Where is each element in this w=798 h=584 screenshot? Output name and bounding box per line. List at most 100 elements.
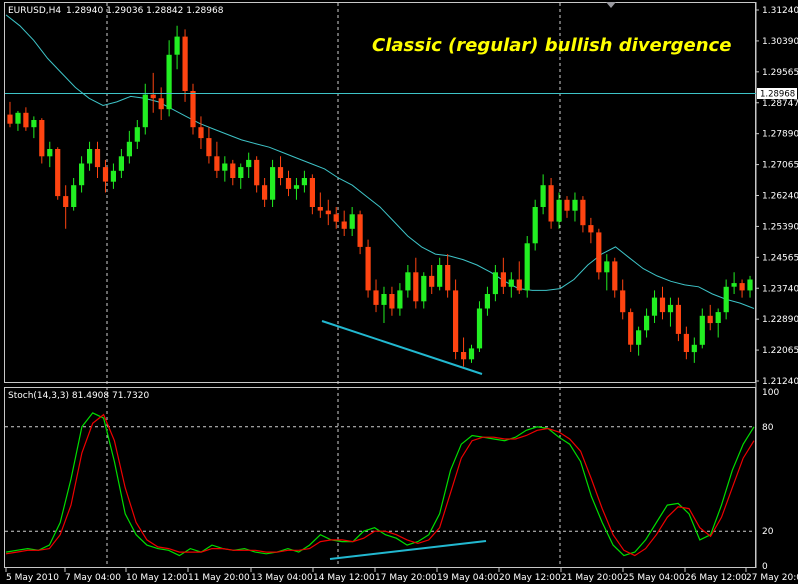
price-tick-label: 1.28747 [762,99,798,109]
candle-body [198,127,204,139]
ohlc-values: 1.28940 1.29036 1.28842 1.28968 [66,6,224,16]
annotation-title: Classic (regular) bullish divergence [372,35,731,56]
candle-body [110,170,116,182]
candle-body [158,98,164,110]
candle-body [134,127,140,142]
candle-body [548,185,554,222]
time-tick-label: 25 May 04:00 [623,573,685,583]
candle-body [445,265,451,291]
candle-body [644,315,650,331]
candle-body [604,261,610,273]
candle-body [588,225,594,233]
candle-body [731,283,737,287]
candle-body [309,178,315,207]
grid-lines [5,3,755,567]
price-tick-label: 1.22065 [762,346,798,356]
candle-body [262,185,268,200]
price-tick-label: 1.21240 [762,377,798,387]
candle-body [285,178,292,189]
candle-body [333,214,339,222]
candle-body [230,163,236,178]
stoch-tick-label: 80 [762,423,774,433]
time-tick-label: 17 May 20:00 [375,573,437,583]
price-chart[interactable]: EURUSD,H4 1.28940 1.29036 1.28842 1.2896… [0,0,798,584]
price-tick-label: 1.27890 [762,130,798,140]
symbol-timeframe: EURUSD,H4 [8,6,61,16]
candle-body [468,348,475,360]
candle-body [325,210,331,215]
candlesticks [7,25,753,367]
candle-body [174,36,180,55]
stochastic-lines [5,412,755,557]
candle-body [461,352,467,360]
candle-body [15,112,21,124]
candle-body [405,272,411,291]
candle-body [675,304,681,334]
candle-body [524,243,530,291]
candle-body [620,290,626,313]
candle-body [47,149,53,157]
stoch-tick-label: 0 [762,562,768,572]
candle-body [651,297,658,316]
candle-body [79,163,85,186]
candle-body [222,163,228,171]
time-tick-label: 7 May 04:00 [65,573,121,583]
moving-average [5,14,755,309]
candle-body [150,94,156,99]
time-tick-label: 10 May 12:00 [126,573,188,583]
candle-body [277,167,284,178]
candle-body [142,94,148,128]
candle-body [182,36,188,91]
candle-body [270,167,276,200]
candle-body [293,185,300,189]
candle-body [659,297,666,313]
price-tick-label: 1.24565 [762,253,798,263]
price-tick-label: 1.22890 [762,315,798,325]
candle-body [87,149,93,164]
candle-body [476,308,483,349]
candle-body [532,207,538,244]
ma-line [5,14,755,309]
candle-body [429,275,435,287]
candle-body [683,333,689,352]
candle-body [691,344,697,353]
candle-body [699,315,705,345]
candle-body [389,294,395,309]
stoch-signal-line [5,413,755,557]
candle-body [166,54,172,110]
stoch-tick-label: 20 [762,527,774,537]
candle-body [437,265,443,287]
time-tick-label: 5 May 2010 [6,573,59,583]
candle-body [118,156,124,171]
candle-body [484,294,490,309]
candle-body [397,290,403,309]
time-tick-label: 21 May 20:00 [561,573,623,583]
candle-body [723,286,729,313]
candle-body [23,112,29,128]
candle-body [540,185,546,207]
candle-body [190,91,196,128]
time-tick-label: 20 May 12:00 [499,573,561,583]
price-tick-label: 1.31240 [762,6,798,16]
candle-body [94,149,101,168]
candle-body [500,272,506,287]
candle-body [492,272,498,295]
time-tick-label: 19 May 04:00 [437,573,499,583]
price-tick-label: 1.23740 [762,284,798,294]
time-tick-label: 27 May 20:00 [746,573,798,583]
scroll-arrow-icon[interactable] [606,2,616,8]
candle-body [707,315,713,324]
candle-body [55,149,61,197]
price-tick-label: 1.26240 [762,192,798,202]
candle-body [206,138,212,157]
candle-body [246,159,252,168]
candle-body [301,178,307,186]
candle-body [628,312,634,345]
candle-body [7,114,13,124]
stoch-header: Stoch(14,3,3) 81.4908 71.7320 [8,391,149,401]
time-tick-label: 14 May 12:00 [313,573,375,583]
candle-body [238,167,244,178]
candle-body [381,294,387,305]
candle-body [556,199,562,222]
price-tick-label: 1.25390 [762,222,798,232]
